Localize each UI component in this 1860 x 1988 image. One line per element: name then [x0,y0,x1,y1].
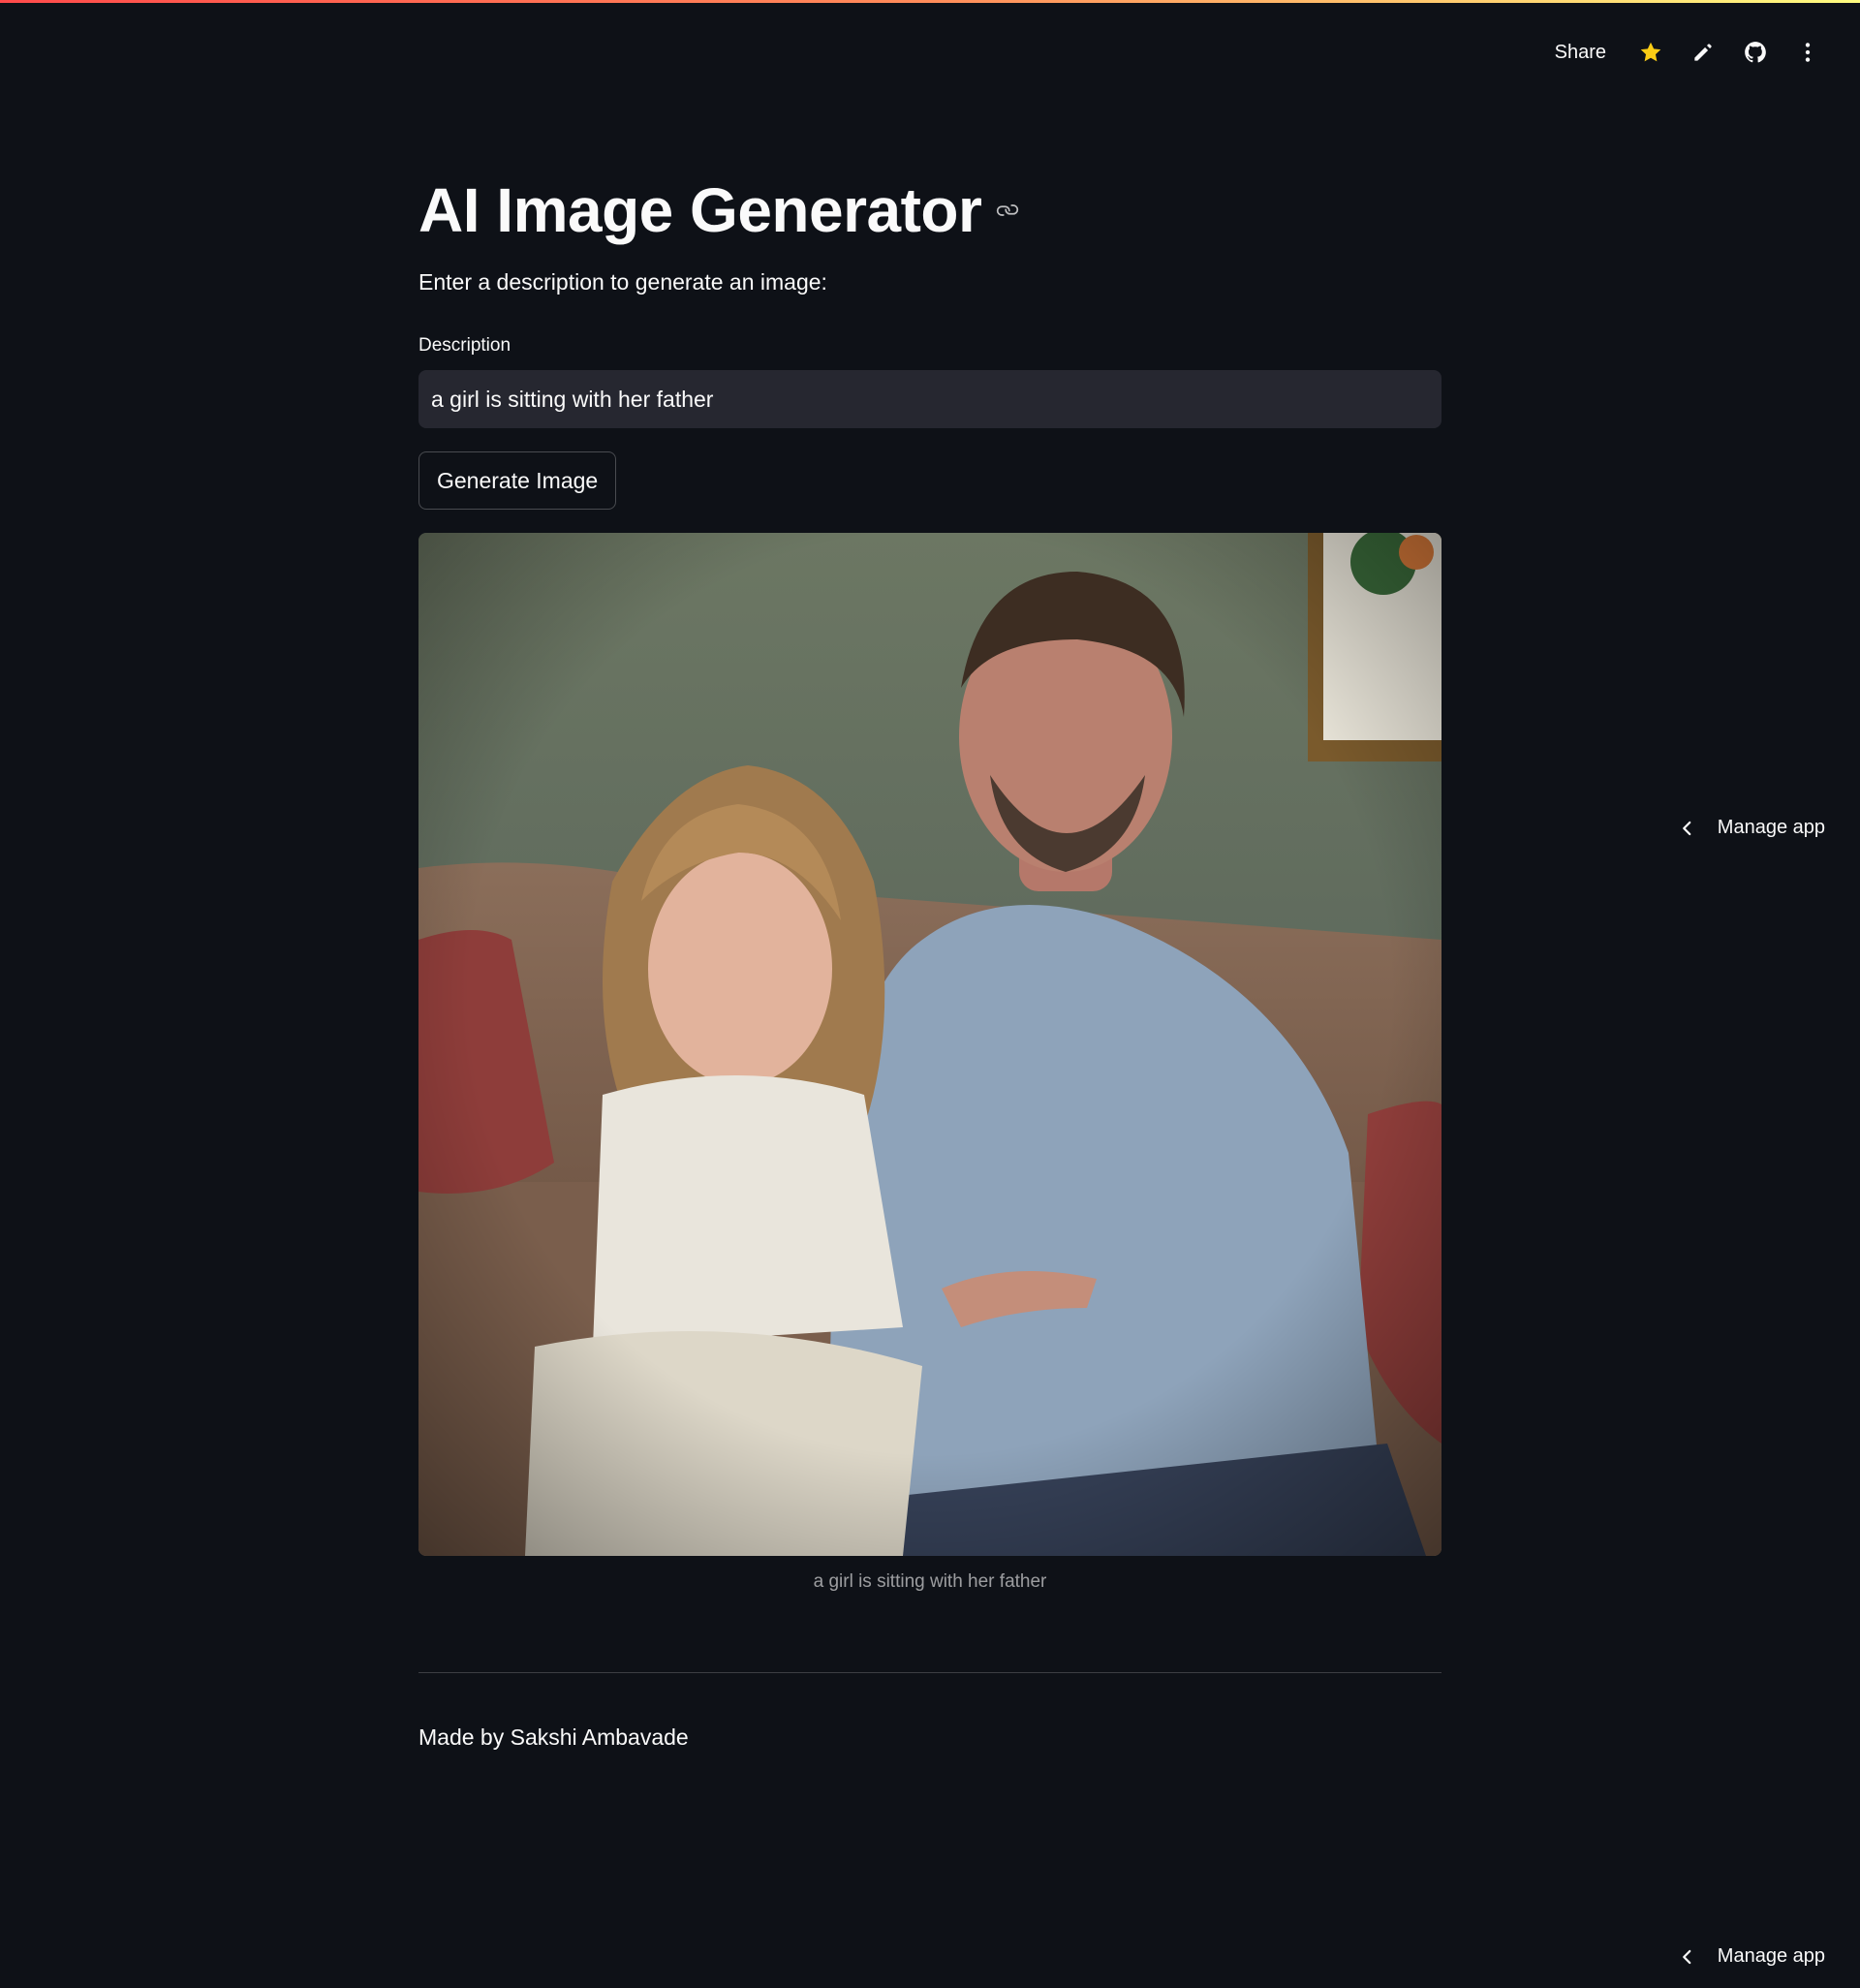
top-decoration-bar [0,0,1860,3]
github-icon[interactable] [1742,39,1769,66]
app-toolbar: Share [1549,29,1821,76]
share-button[interactable]: Share [1549,38,1612,68]
manage-app-label: Manage app [1717,1945,1825,1967]
divider [418,1672,1442,1673]
pencil-icon[interactable] [1690,39,1717,66]
chevron-left-icon [1682,1949,1691,1964]
manage-app-button-bottom[interactable]: Manage app [1679,1945,1825,1968]
image-caption: a girl is sitting with her father [813,1571,1047,1592]
description-input[interactable] [418,370,1442,428]
chevron-left-icon [1682,821,1691,835]
instruction-text: Enter a description to generate an image… [418,269,827,295]
description-label: Description [418,335,512,356]
kebab-menu-icon[interactable] [1794,39,1821,66]
generate-image-button[interactable]: Generate Image [418,451,617,510]
page-title: AI Image Generator [418,175,982,245]
star-icon[interactable] [1637,39,1664,66]
manage-app-button[interactable]: Manage app [1679,817,1825,839]
footer-credit: Made by Sakshi Ambavade [418,1724,689,1750]
generated-image [418,533,1442,1556]
link-icon[interactable] [995,197,1022,224]
manage-app-label: Manage app [1717,817,1825,838]
title-row: AI Image Generator [418,167,1022,254]
generated-photo-illustration [418,533,1442,1556]
